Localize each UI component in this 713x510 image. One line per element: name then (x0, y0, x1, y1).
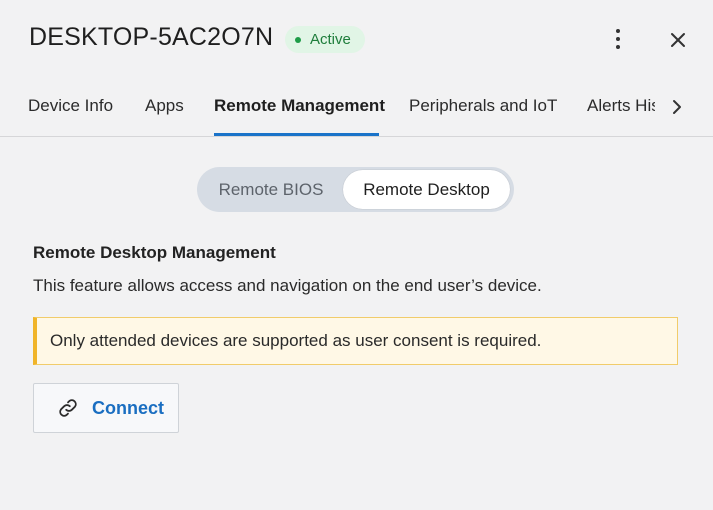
link-icon (59, 399, 77, 417)
status-badge: Active (285, 26, 365, 53)
kebab-dot (616, 45, 620, 49)
panel-header: DESKTOP-5AC2O7N Active (0, 0, 713, 80)
tab-apps[interactable]: Apps (145, 96, 184, 116)
kebab-dot (616, 37, 620, 41)
active-tab-indicator (214, 133, 379, 136)
consent-notice-text: Only attended devices are supported as u… (50, 331, 542, 350)
section-description: This feature allows access and navigatio… (33, 276, 542, 295)
kebab-menu-icon[interactable] (606, 26, 630, 52)
close-icon[interactable] (665, 27, 691, 53)
remote-mode-toggle: Remote BIOS Remote Desktop (197, 167, 514, 212)
tab-bar: Device Info Apps Remote Management Perip… (0, 80, 713, 137)
remote-bios-option[interactable]: Remote BIOS (197, 167, 345, 212)
chevron-right-icon[interactable] (666, 96, 688, 118)
connect-button-label: Connect (92, 397, 164, 418)
status-badge-label: Active (310, 31, 351, 48)
remote-desktop-option[interactable]: Remote Desktop (343, 170, 510, 209)
kebab-dot (616, 29, 620, 33)
tab-device-info[interactable]: Device Info (28, 96, 113, 116)
device-name-title: DESKTOP-5AC2O7N (29, 23, 274, 51)
tab-remote-management[interactable]: Remote Management (214, 96, 385, 116)
tab-alerts-history[interactable]: Alerts History (587, 96, 655, 116)
consent-notice: Only attended devices are supported as u… (33, 317, 678, 365)
status-dot-icon (295, 36, 301, 43)
connect-button[interactable]: Connect (33, 383, 179, 433)
device-details-panel: DESKTOP-5AC2O7N Active Device Info Apps … (0, 0, 713, 510)
tab-strip: Device Info Apps Remote Management Perip… (0, 80, 655, 136)
tab-peripherals-and-iot[interactable]: Peripherals and IoT (409, 96, 557, 116)
section-title: Remote Desktop Management (33, 243, 276, 262)
